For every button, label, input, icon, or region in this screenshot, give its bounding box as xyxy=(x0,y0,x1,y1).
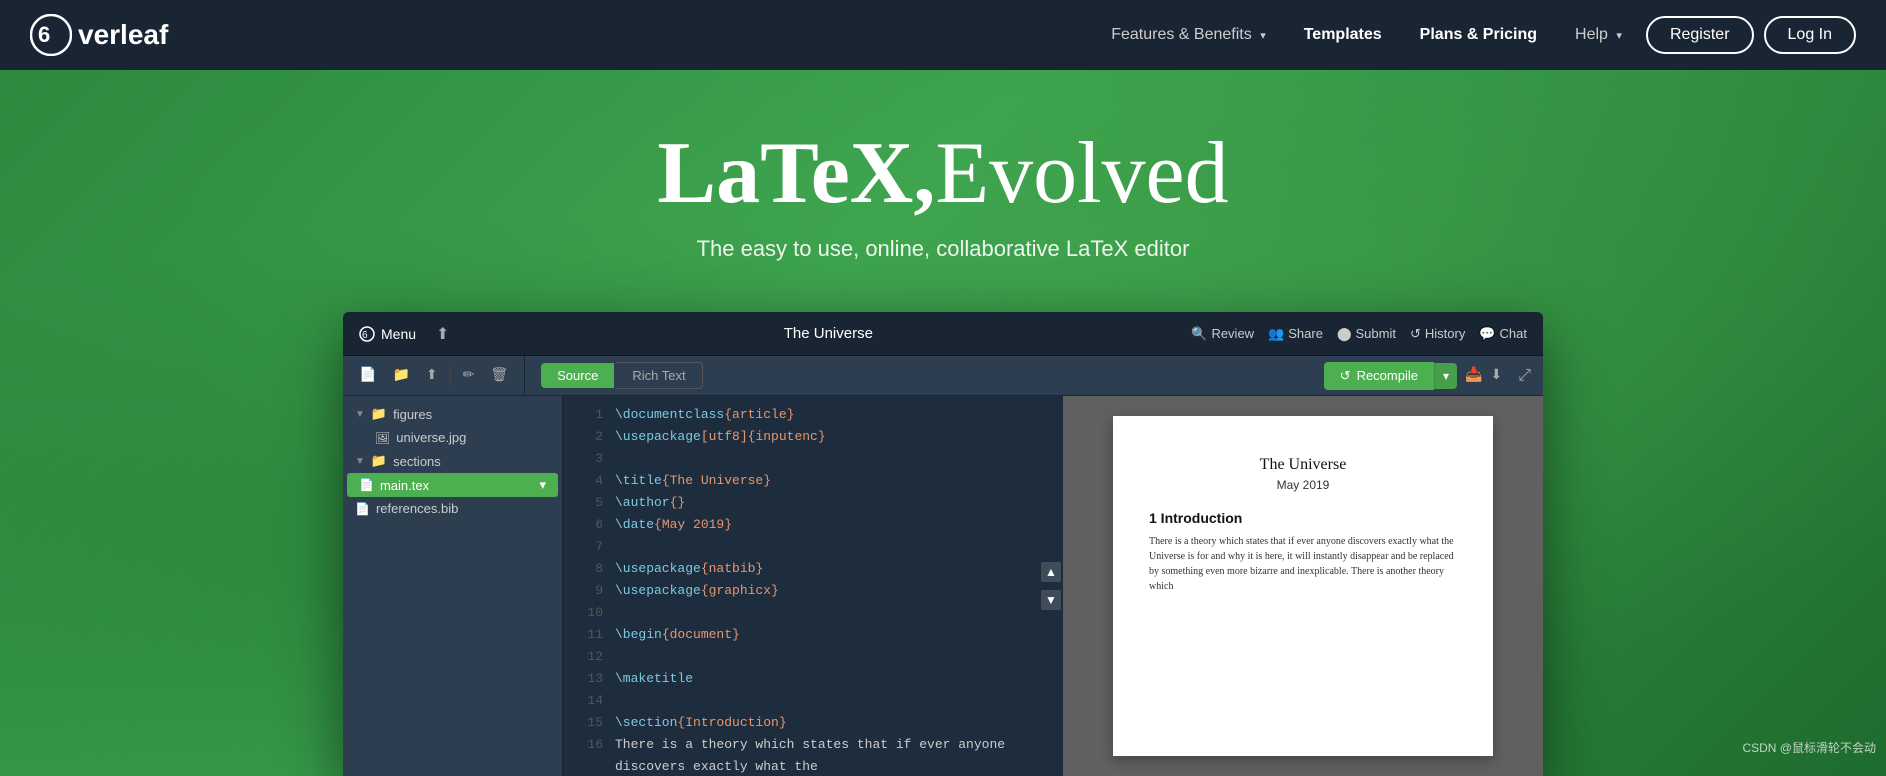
file-sidebar: ▼ 📁 figures 🖼 universe.jpg ▼ 📁 sec xyxy=(343,396,563,776)
file-main-tex[interactable]: 📄 main.tex ▾ xyxy=(347,473,558,497)
overleaf-icon: 6 xyxy=(359,326,375,342)
logo[interactable]: 6 verleaf xyxy=(30,14,168,56)
file-toolbar: 📄 📁 ⬆ ✏ 🗑 xyxy=(343,356,525,395)
pdf-download-icon[interactable]: 📥 xyxy=(1465,367,1482,384)
logo-text: verleaf xyxy=(78,19,168,51)
chevron-icon: ▼ xyxy=(355,456,365,467)
hero-section: LaTeX,Evolved The easy to use, online, c… xyxy=(0,70,1886,776)
upload-icon[interactable]: ⬆ xyxy=(436,324,449,344)
file-references-bib[interactable]: 📄 references.bib xyxy=(343,497,562,520)
scroll-up-button[interactable]: ▲ xyxy=(1041,562,1061,582)
recompile-button[interactable]: ↺ Recompile xyxy=(1324,362,1434,390)
editor-body: ▼ 📁 figures 🖼 universe.jpg ▼ 📁 sec xyxy=(343,396,1543,776)
code-line: 4\title{The Universe} xyxy=(563,470,1063,492)
code-line: 16There is a theory which states that if… xyxy=(563,734,1063,776)
code-line: 7 xyxy=(563,536,1063,558)
folder-sections[interactable]: ▼ 📁 sections xyxy=(343,449,562,473)
recompile-dropdown-button[interactable]: ▾ xyxy=(1434,363,1457,389)
expand-icon[interactable]: ⤢ xyxy=(1518,367,1531,385)
editor-actions: 🔍 Review 👥 Share ⬤ Submit ↺ History 💬 xyxy=(1191,326,1527,342)
chat-icon: 💬 xyxy=(1479,326,1495,342)
folder-figures[interactable]: ▼ 📁 figures xyxy=(343,402,562,426)
share-icon: 👥 xyxy=(1268,326,1284,342)
watermark: CSDN @鼠标滑轮不会动 xyxy=(1742,739,1876,756)
file-tree: ▼ 📁 figures 🖼 universe.jpg ▼ 📁 sec xyxy=(343,396,562,526)
menu-button[interactable]: 6 Menu xyxy=(359,326,416,342)
image-icon: 🖼 xyxy=(375,431,390,445)
code-line: 5\author{} xyxy=(563,492,1063,514)
folder-icon: 📁 xyxy=(371,453,387,469)
nav-help[interactable]: Help ▾ xyxy=(1561,18,1636,52)
upload-file-icon[interactable]: ⬆ xyxy=(422,363,442,388)
pdf-title: The Universe xyxy=(1149,456,1457,474)
chevron-down-icon: ▾ xyxy=(1260,30,1266,42)
history-icon: ↺ xyxy=(1410,326,1421,342)
chevron-icon: ▼ xyxy=(355,409,365,420)
register-button[interactable]: Register xyxy=(1646,16,1754,54)
hero-title-latex: LaTeX, xyxy=(657,125,935,222)
logo-icon: 6 xyxy=(30,14,72,56)
pdf-page: The Universe May 2019 1 Introduction The… xyxy=(1113,416,1493,756)
chevron-down-icon: ▾ xyxy=(1616,30,1622,42)
edit-icon[interactable]: ✏ xyxy=(459,363,479,388)
code-line: 3 xyxy=(563,448,1063,470)
new-file-icon[interactable]: 📄 xyxy=(355,363,380,388)
pdf-section: 1 Introduction xyxy=(1149,510,1457,526)
editor-secondbar: 📄 📁 ⬆ ✏ 🗑 Source Rich Text ↺ Recompile ▾ xyxy=(343,356,1543,396)
code-line: 2\usepackage[utf8]{inputenc} xyxy=(563,426,1063,448)
editor-mockup: 6 Menu ⬆ The Universe 🔍 Review 👥 Share ⬤… xyxy=(343,312,1543,776)
code-lines: 1\documentclass{article} 2\usepackage[ut… xyxy=(563,396,1063,776)
submit-button[interactable]: ⬤ Submit xyxy=(1337,326,1396,342)
code-line: 12 xyxy=(563,646,1063,668)
tex-file-icon: 📄 xyxy=(359,478,374,492)
code-line: 8\usepackage{natbib} xyxy=(563,558,1063,580)
chat-button[interactable]: 💬 Chat xyxy=(1479,326,1527,342)
svg-text:6: 6 xyxy=(38,22,50,47)
nav-templates[interactable]: Templates xyxy=(1290,18,1396,52)
share-button[interactable]: 👥 Share xyxy=(1268,326,1323,342)
svg-text:6: 6 xyxy=(362,330,368,341)
code-line: 1\documentclass{article} xyxy=(563,404,1063,426)
submit-icon: ⬤ xyxy=(1337,326,1352,342)
tab-rich-text[interactable]: Rich Text xyxy=(616,362,702,389)
hero-title-evolved: Evolved xyxy=(935,125,1228,222)
code-line: 14 xyxy=(563,690,1063,712)
chevron-down-icon: ▾ xyxy=(539,477,546,493)
hero-subtitle: The easy to use, online, collaborative L… xyxy=(697,236,1190,262)
pdf-date: May 2019 xyxy=(1149,478,1457,492)
recompile-icon: ↺ xyxy=(1340,368,1351,384)
nav-links: Features & Benefits ▾ Templates Plans & … xyxy=(1097,16,1856,54)
pdf-body: There is a theory which states that if e… xyxy=(1149,534,1457,594)
recompile-area: ↺ Recompile ▾ 📥 ⬇ ⤢ xyxy=(1324,362,1543,390)
navbar: 6 verleaf Features & Benefits ▾ Template… xyxy=(0,0,1886,70)
code-line: 13\maketitle xyxy=(563,668,1063,690)
login-button[interactable]: Log In xyxy=(1764,16,1856,54)
delete-icon[interactable]: 🗑 xyxy=(486,363,512,388)
pdf-icons: 📥 ⬇ xyxy=(1465,367,1502,384)
bib-file-icon: 📄 xyxy=(355,502,370,516)
code-line: 9\usepackage{graphicx} xyxy=(563,580,1063,602)
code-line: 6\date{May 2019} xyxy=(563,514,1063,536)
pdf-preview: The Universe May 2019 1 Introduction The… xyxy=(1063,396,1543,776)
tab-source[interactable]: Source xyxy=(541,363,614,388)
nav-pricing[interactable]: Plans & Pricing xyxy=(1406,18,1551,52)
scroll-arrows: ▲ ▼ xyxy=(1041,562,1061,610)
editor-topbar: 6 Menu ⬆ The Universe 🔍 Review 👥 Share ⬤… xyxy=(343,312,1543,356)
nav-features[interactable]: Features & Benefits ▾ xyxy=(1097,18,1280,52)
code-editor[interactable]: 1\documentclass{article} 2\usepackage[ut… xyxy=(563,396,1063,776)
file-universe-jpg[interactable]: 🖼 universe.jpg xyxy=(343,426,562,449)
new-folder-icon[interactable]: 📁 xyxy=(388,363,413,388)
source-rich-tabs: Source Rich Text xyxy=(541,362,702,389)
hero-title: LaTeX,Evolved xyxy=(657,130,1228,218)
folder-icon: 📁 xyxy=(371,406,387,422)
pdf-options-icon[interactable]: ⬇ xyxy=(1490,367,1502,384)
code-line: 15\section{Introduction} xyxy=(563,712,1063,734)
code-line: 10 xyxy=(563,602,1063,624)
code-line: 11\begin{document} xyxy=(563,624,1063,646)
scroll-down-button[interactable]: ▼ xyxy=(1041,590,1061,610)
review-button[interactable]: 🔍 Review xyxy=(1191,326,1254,342)
review-icon: 🔍 xyxy=(1191,326,1207,342)
document-title: The Universe xyxy=(465,325,1191,342)
history-button[interactable]: ↺ History xyxy=(1410,326,1465,342)
